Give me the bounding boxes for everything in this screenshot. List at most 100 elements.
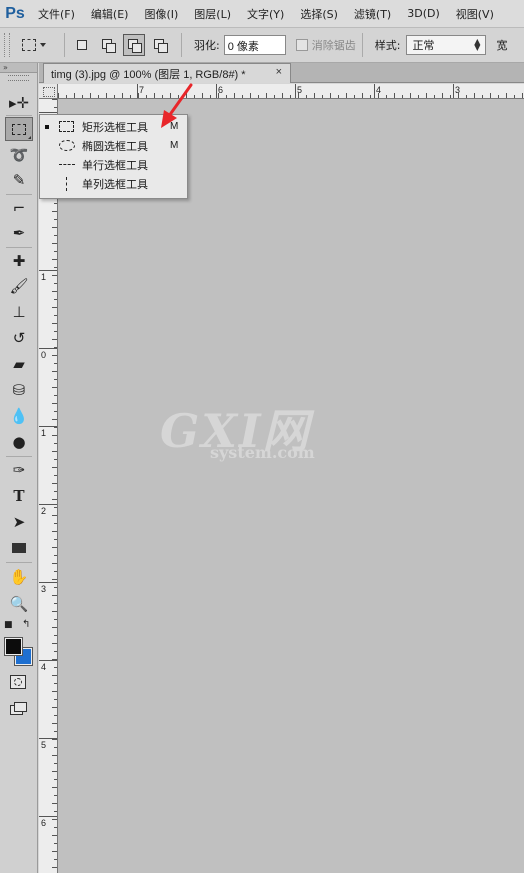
hand-tool[interactable]: ✋ xyxy=(5,565,33,589)
options-bar-grip[interactable] xyxy=(4,33,10,57)
dodge-icon: ● xyxy=(12,432,26,451)
ruler-label: 0 xyxy=(41,350,47,360)
marquee-tool[interactable] xyxy=(5,117,33,141)
menu-bar: Ps 文件(F) 编辑(E) 图像(I) 图层(L) 文字(Y) 选择(S) 滤… xyxy=(0,0,524,27)
document-canvas[interactable] xyxy=(58,99,524,873)
swap-colors-icon[interactable]: ↰ xyxy=(22,619,30,630)
pen-tool[interactable]: ✑ xyxy=(5,458,33,482)
close-icon[interactable]: × xyxy=(276,66,282,78)
add-selection-icon xyxy=(102,39,116,53)
menu-layer[interactable]: 图层(L) xyxy=(186,6,239,22)
blur-tool[interactable]: 💧 xyxy=(5,404,33,428)
ruler-tick xyxy=(54,411,57,412)
healing-brush-tool[interactable]: ✚ xyxy=(5,249,33,273)
horizontal-ruler[interactable]: 7 6 5 4 3 xyxy=(58,84,524,99)
ruler-tick xyxy=(52,643,57,644)
single-column-marquee-icon xyxy=(66,176,67,191)
quick-mask-button[interactable] xyxy=(10,675,26,689)
menu-3d[interactable]: 3D(D) xyxy=(399,7,448,20)
quick-selection-tool[interactable]: ✎ xyxy=(5,168,33,192)
toolbox-collapse[interactable]: » xyxy=(0,63,37,73)
menu-type[interactable]: 文字(Y) xyxy=(239,6,292,22)
ruler-tick xyxy=(330,93,331,98)
style-select[interactable]: 正常 ▲ ▼ xyxy=(406,35,487,55)
ruler-label: 7 xyxy=(139,85,145,95)
ruler-tick xyxy=(54,459,57,460)
ruler-tick xyxy=(52,387,57,388)
rect-marquee-icon xyxy=(12,123,26,135)
new-selection-button[interactable] xyxy=(71,34,93,56)
paint-bucket-tool[interactable]: ⛁ xyxy=(5,378,33,402)
ruler-tick xyxy=(386,95,387,98)
menu-image[interactable]: 图像(I) xyxy=(136,6,186,22)
subtract-selection-icon xyxy=(128,39,142,53)
screen-mode-button[interactable] xyxy=(10,702,27,715)
flyout-item-single-row-marquee[interactable]: 单行选框工具 xyxy=(40,155,187,174)
ruler-major-tick xyxy=(39,348,57,349)
document-tab-bar: timg (3).jpg @ 100% (图层 1, RGB/8#) * × xyxy=(39,63,524,83)
ruler-tick xyxy=(54,331,57,332)
feather-input[interactable]: 0 像素 xyxy=(223,35,286,55)
ruler-tick xyxy=(410,93,411,98)
ruler-label: 4 xyxy=(376,85,382,95)
ruler-major-tick xyxy=(39,660,57,661)
ruler-tick xyxy=(52,323,57,324)
dodge-tool[interactable]: ● xyxy=(5,430,33,454)
tool-preset-picker[interactable] xyxy=(22,33,58,57)
foreground-color-swatch[interactable] xyxy=(4,637,23,656)
default-colors-icon[interactable]: ■ xyxy=(4,620,13,630)
eraser-tool[interactable]: ▰ xyxy=(5,352,33,376)
ruler-tick xyxy=(54,587,57,588)
rectangle-tool[interactable] xyxy=(5,536,33,560)
add-to-selection-button[interactable] xyxy=(97,34,119,56)
ruler-tick xyxy=(338,95,339,98)
flyout-item-single-column-marquee[interactable]: 单列选框工具 xyxy=(40,174,187,193)
antialias-checkbox[interactable] xyxy=(295,39,308,51)
brush-tool[interactable]: 🖌 xyxy=(5,274,33,298)
history-brush-tool[interactable]: ↺ xyxy=(5,326,33,350)
ruler-tick xyxy=(54,219,57,220)
ruler-tick xyxy=(54,299,57,300)
eyedropper-tool[interactable]: ✒ xyxy=(5,221,33,245)
ruler-tick xyxy=(226,95,227,98)
type-tool[interactable]: T xyxy=(5,484,33,508)
document-tab-title: timg (3).jpg @ 100% (图层 1, RGB/8#) * xyxy=(51,68,246,81)
intersect-selection-icon xyxy=(154,39,168,53)
ruler-major-tick xyxy=(39,270,57,271)
intersect-selection-button[interactable] xyxy=(149,34,171,56)
ruler-tick xyxy=(54,683,57,684)
ruler-tick xyxy=(54,667,57,668)
ruler-tick xyxy=(54,107,57,108)
toolbox-grip[interactable] xyxy=(8,75,29,81)
menu-select[interactable]: 选择(S) xyxy=(292,6,346,22)
subtract-from-selection-button[interactable] xyxy=(123,34,145,56)
ruler-tick xyxy=(234,93,235,98)
style-label: 样式: xyxy=(374,39,401,52)
menu-edit[interactable]: 编辑(E) xyxy=(83,6,137,22)
menu-view[interactable]: 视图(V) xyxy=(448,6,502,22)
zoom-tool[interactable]: 🔍 xyxy=(5,592,33,616)
clone-stamp-tool[interactable]: ⊥ xyxy=(5,300,33,324)
ruler-tick xyxy=(82,95,83,98)
bandage-icon: ✚ xyxy=(12,251,26,270)
menu-file[interactable]: 文件(F) xyxy=(30,6,83,22)
ruler-tick xyxy=(52,403,57,404)
vertical-ruler[interactable]: 010123456 xyxy=(39,99,58,873)
menu-filter[interactable]: 滤镜(T) xyxy=(346,6,399,22)
ruler-tick xyxy=(52,291,57,292)
ruler-tick xyxy=(54,523,57,524)
path-selection-tool[interactable]: ➤ xyxy=(5,510,33,534)
document-tab[interactable]: timg (3).jpg @ 100% (图层 1, RGB/8#) * × xyxy=(43,63,291,83)
lasso-tool[interactable]: ➰ xyxy=(5,143,33,167)
rectangle-icon xyxy=(12,543,26,553)
ruler-origin[interactable] xyxy=(39,84,58,99)
magnifier-icon: 🔍 xyxy=(9,594,29,613)
lasso-icon: ➰ xyxy=(9,145,29,164)
arrow-cursor-icon: ➤ xyxy=(12,512,26,531)
ruler-tick xyxy=(450,95,451,98)
crop-tool[interactable]: ⌐ xyxy=(5,196,33,220)
move-tool[interactable]: ▸✛ xyxy=(5,91,33,115)
ruler-tick xyxy=(54,779,57,780)
divider xyxy=(6,562,32,563)
flyout-item-ellipse-marquee[interactable]: 椭圆选框工具 M xyxy=(40,136,187,155)
